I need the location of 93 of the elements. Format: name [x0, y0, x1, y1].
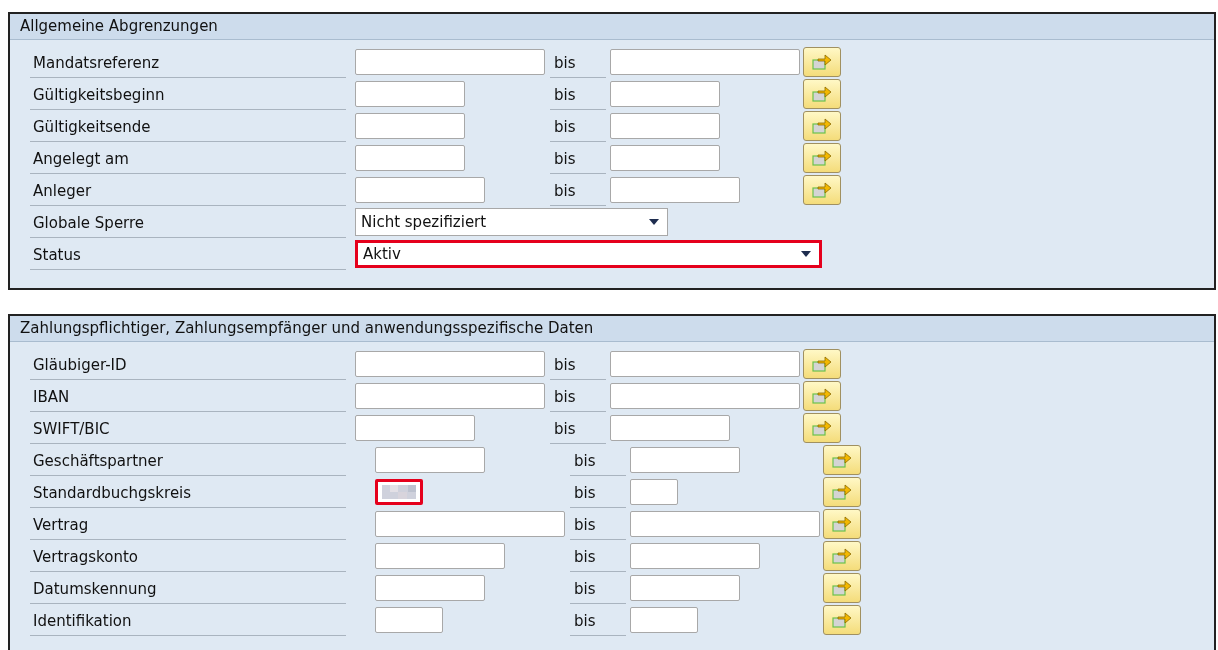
- multiple-selection-button[interactable]: [823, 445, 861, 475]
- range-separator: bis: [550, 351, 606, 380]
- input-field[interactable]: [630, 447, 740, 473]
- range-separator: bis: [550, 113, 606, 142]
- input-field[interactable]: [610, 145, 720, 171]
- input-field[interactable]: [610, 415, 730, 441]
- multiple-selection-button[interactable]: [823, 477, 861, 507]
- input-field[interactable]: [630, 511, 820, 537]
- arrow-icon: [811, 53, 833, 71]
- range-separator: bis: [550, 49, 606, 78]
- input-field[interactable]: [355, 415, 475, 441]
- pixelated-value-icon: [382, 485, 416, 499]
- field-label: Identifikation: [30, 607, 346, 636]
- multiple-selection-button[interactable]: [803, 175, 841, 205]
- dropdown-caret-icon: [649, 219, 659, 225]
- input-field[interactable]: [375, 511, 565, 537]
- field-label: Standardbuchgskreis: [30, 479, 346, 508]
- group-title: Zahlungspflichtiger, Zahlungsempfänger und anwendungsspezifische Daten: [10, 316, 1214, 342]
- range-separator: bis: [550, 145, 606, 174]
- arrow-icon: [831, 579, 853, 597]
- field-label: Mandatsreferenz: [30, 49, 346, 78]
- field-label: Globale Sperre: [30, 209, 346, 238]
- input-field[interactable]: [355, 49, 545, 75]
- arrow-icon: [831, 451, 853, 469]
- range-separator: bis: [570, 511, 626, 540]
- arrow-icon: [811, 387, 833, 405]
- range-separator: bis: [550, 81, 606, 110]
- arrow-icon: [831, 483, 853, 501]
- input-field[interactable]: [375, 543, 505, 569]
- dropdown[interactable]: Nicht spezifiziert: [355, 208, 668, 236]
- range-separator: bis: [570, 575, 626, 604]
- input-field[interactable]: [355, 177, 485, 203]
- multiple-selection-button[interactable]: [823, 573, 861, 603]
- range-separator: bis: [570, 607, 626, 636]
- arrow-icon: [811, 181, 833, 199]
- multiple-selection-button[interactable]: [803, 111, 841, 141]
- dropdown-caret-icon: [801, 251, 811, 257]
- range-separator: bis: [550, 177, 606, 206]
- multiple-selection-button[interactable]: [803, 79, 841, 109]
- range-separator: bis: [570, 543, 626, 572]
- range-separator: bis: [570, 479, 626, 508]
- field-label: IBAN: [30, 383, 346, 412]
- input-field[interactable]: [630, 543, 760, 569]
- input-field[interactable]: [355, 145, 465, 171]
- multiple-selection-button[interactable]: [823, 509, 861, 539]
- arrow-icon: [811, 117, 833, 135]
- field-label: Vertragskonto: [30, 543, 346, 572]
- input-field[interactable]: [375, 447, 485, 473]
- multiple-selection-button[interactable]: [803, 413, 841, 443]
- input-field[interactable]: [610, 177, 740, 203]
- field-label: Datumskennung: [30, 575, 346, 604]
- arrow-icon: [811, 419, 833, 437]
- multiple-selection-button[interactable]: [803, 143, 841, 173]
- multiple-selection-button[interactable]: [803, 47, 841, 77]
- input-field[interactable]: [610, 383, 800, 409]
- input-field[interactable]: [610, 81, 720, 107]
- arrow-icon: [831, 547, 853, 565]
- arrow-icon: [811, 85, 833, 103]
- arrow-icon: [831, 515, 853, 533]
- arrow-icon: [811, 355, 833, 373]
- input-field[interactable]: [355, 113, 465, 139]
- field-label: Vertrag: [30, 511, 346, 540]
- arrow-icon: [811, 149, 833, 167]
- input-field[interactable]: [630, 479, 678, 505]
- field-label: Angelegt am: [30, 145, 346, 174]
- range-separator: bis: [550, 383, 606, 412]
- field-label: Geschäftspartner: [30, 447, 346, 476]
- multiple-selection-button[interactable]: [803, 349, 841, 379]
- multiple-selection-button[interactable]: [823, 605, 861, 635]
- redacted-input-field[interactable]: [375, 479, 423, 505]
- range-separator: bis: [570, 447, 626, 476]
- range-separator: bis: [550, 415, 606, 444]
- field-label: Anleger: [30, 177, 346, 206]
- input-field[interactable]: [610, 113, 720, 139]
- multiple-selection-button[interactable]: [823, 541, 861, 571]
- input-field[interactable]: [375, 607, 443, 633]
- input-field[interactable]: [355, 351, 545, 377]
- dropdown[interactable]: Aktiv: [355, 240, 822, 268]
- field-label: SWIFT/BIC: [30, 415, 346, 444]
- arrow-icon: [831, 611, 853, 629]
- input-field[interactable]: [355, 383, 545, 409]
- group-title: Allgemeine Abgrenzungen: [10, 14, 1214, 40]
- multiple-selection-button[interactable]: [803, 381, 841, 411]
- field-label: Gültigkeitsbeginn: [30, 81, 346, 110]
- input-field[interactable]: [610, 351, 800, 377]
- field-label: Status: [30, 241, 346, 270]
- field-label: Gültigkeitsende: [30, 113, 346, 142]
- input-field[interactable]: [375, 575, 485, 601]
- input-field[interactable]: [610, 49, 800, 75]
- field-label: Gläubiger-ID: [30, 351, 346, 380]
- input-field[interactable]: [630, 607, 698, 633]
- input-field[interactable]: [630, 575, 740, 601]
- input-field[interactable]: [355, 81, 465, 107]
